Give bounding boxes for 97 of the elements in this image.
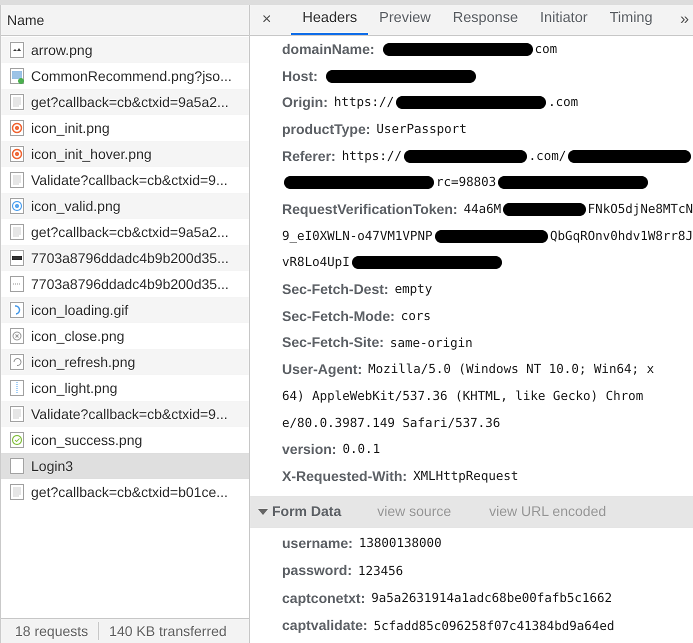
request-name: icon_valid.png bbox=[31, 196, 121, 216]
header-name: version: bbox=[282, 440, 336, 460]
header-value: com bbox=[534, 40, 558, 58]
refresh-icon bbox=[10, 354, 24, 370]
field-name: captvalidate: bbox=[282, 616, 368, 636]
blank-file-icon bbox=[10, 458, 24, 474]
request-row[interactable]: arrow.png bbox=[1, 37, 249, 63]
request-name: icon_loading.gif bbox=[31, 300, 128, 320]
request-row[interactable]: icon_loading.gif bbox=[1, 297, 249, 323]
request-row[interactable]: icon_init_hover.png bbox=[1, 141, 249, 167]
collapse-triangle-icon[interactable] bbox=[258, 508, 268, 516]
request-name: get?callback=cb&ctxid=9a5a2... bbox=[31, 92, 229, 112]
header-value: .com bbox=[548, 93, 578, 112]
header-value: 9_eI0XWLN-o47VM1VPNP bbox=[282, 226, 433, 245]
header-value: https:// bbox=[334, 93, 394, 112]
header-value: same-origin bbox=[390, 334, 473, 352]
target-icon bbox=[10, 146, 24, 162]
section-title: Form Data bbox=[272, 502, 342, 522]
header-value: https:// bbox=[342, 146, 402, 165]
header-name: Sec-Fetch-Dest: bbox=[282, 280, 389, 300]
field-name: password: bbox=[282, 561, 352, 580]
request-name: icon_init.png bbox=[31, 118, 110, 138]
request-row[interactable]: icon_valid.png bbox=[1, 193, 249, 219]
field-name: captconetxt: bbox=[282, 588, 366, 608]
field-value: 123456 bbox=[358, 562, 404, 580]
tab[interactable]: Timing bbox=[598, 5, 664, 35]
header-value: 44a6M bbox=[464, 200, 502, 218]
header-value: UserPassport bbox=[376, 120, 467, 138]
image-file-icon bbox=[10, 68, 24, 84]
target-icon bbox=[10, 198, 24, 214]
header-name: Referer: bbox=[282, 146, 336, 166]
transferred-size: 140 KB transferred bbox=[109, 622, 227, 640]
request-name: icon_refresh.png bbox=[31, 352, 136, 372]
field-value: 9a5a2631914a1adc68be00fafb5c1662 bbox=[371, 589, 612, 608]
header-value: QbGqROnv0hdv1W8rr8J bbox=[550, 226, 693, 245]
request-name: icon_close.png bbox=[31, 326, 124, 346]
request-row[interactable]: Login3 bbox=[1, 453, 249, 479]
header-value: vR8Lo4UpI bbox=[282, 253, 350, 272]
request-name: arrow.png bbox=[31, 40, 92, 60]
header-name: domainName: bbox=[282, 40, 375, 59]
header-name: productType: bbox=[282, 120, 370, 139]
header-value: FNkO5djNe8MTcN bbox=[588, 200, 693, 218]
dotted-line-file-icon bbox=[10, 380, 24, 396]
request-name: icon_init_hover.png bbox=[31, 144, 152, 164]
request-row[interactable]: get?callback=cb&ctxid=9a5a2... bbox=[1, 89, 249, 115]
request-name: Validate?callback=cb&ctxid=9... bbox=[31, 170, 228, 190]
request-name: Validate?callback=cb&ctxid=9... bbox=[31, 404, 228, 424]
header-value: XMLHttpRequest bbox=[413, 466, 518, 485]
check-circle-icon bbox=[10, 432, 24, 448]
request-name: 7703a8796ddadc4b9b200d35... bbox=[31, 274, 229, 294]
field-value: 13800138000 bbox=[358, 534, 442, 552]
header-value: rc=98803 bbox=[436, 173, 496, 192]
document-file-icon bbox=[10, 406, 24, 422]
spinner-icon bbox=[10, 302, 24, 318]
tab[interactable]: Initiator bbox=[529, 5, 599, 35]
request-name: 7703a8796ddadc4b9b200d35... bbox=[31, 248, 229, 268]
header-value: e/80.0.3987.149 Safari/537.36 bbox=[282, 414, 500, 432]
dots-file-icon bbox=[10, 276, 24, 292]
header-name: Sec-Fetch-Mode: bbox=[282, 306, 395, 326]
document-file-icon bbox=[10, 224, 24, 240]
request-row[interactable]: icon_refresh.png bbox=[1, 349, 249, 375]
request-name: get?callback=cb&ctxid=b01ce... bbox=[31, 482, 228, 502]
document-file-icon bbox=[10, 94, 24, 110]
close-button[interactable]: × bbox=[260, 5, 274, 35]
request-name: Login3 bbox=[31, 456, 74, 476]
circle-x-icon bbox=[10, 328, 24, 344]
request-name: get?callback=cb&ctxid=9a5a2... bbox=[31, 222, 229, 242]
header-value: .com/ bbox=[528, 146, 566, 165]
column-header[interactable]: Name bbox=[7, 10, 44, 30]
bar-file-icon bbox=[10, 250, 24, 266]
field-name: username: bbox=[282, 534, 353, 553]
tab[interactable]: Response bbox=[442, 5, 530, 35]
tab[interactable]: Preview bbox=[368, 5, 442, 35]
document-file-icon bbox=[10, 172, 24, 188]
header-value: 0.0.1 bbox=[342, 440, 380, 458]
request-name: icon_light.png bbox=[31, 378, 118, 398]
image-file-icon bbox=[10, 42, 24, 58]
target-icon bbox=[10, 120, 24, 136]
header-value: Mozilla/5.0 (Windows NT 10.0; Win64; x bbox=[368, 360, 654, 378]
header-value: empty bbox=[394, 280, 432, 298]
header-value: cors bbox=[400, 306, 431, 325]
request-count: 18 requests bbox=[15, 622, 88, 641]
header-value: 64) AppleWebKit/537.36 (KHTML, like Gecko) Chrom bbox=[282, 386, 644, 405]
document-file-icon bbox=[10, 484, 24, 500]
request-name: CommonRecommend.png?jso... bbox=[31, 66, 232, 86]
header-name: User-Agent: bbox=[282, 360, 362, 380]
field-value: 5cfadd85c096258f07c41384bd9a64ed bbox=[374, 616, 614, 635]
tab[interactable]: Headers bbox=[291, 5, 368, 35]
header-name: RequestVerificationToken: bbox=[282, 200, 458, 219]
header-name: Origin: bbox=[282, 93, 328, 112]
request-name: icon_success.png bbox=[31, 430, 142, 450]
header-name: Sec-Fetch-Site: bbox=[282, 333, 384, 352]
request-row[interactable]: Validate?callback=cb&ctxid=9... bbox=[1, 401, 249, 427]
more-tabs-button[interactable]: » bbox=[680, 5, 693, 35]
request-row[interactable]: 7703a8796ddadc4b9b200d35... bbox=[1, 245, 249, 271]
header-name: Host: bbox=[282, 66, 318, 86]
header-name: X-Requested-With: bbox=[282, 466, 408, 486]
